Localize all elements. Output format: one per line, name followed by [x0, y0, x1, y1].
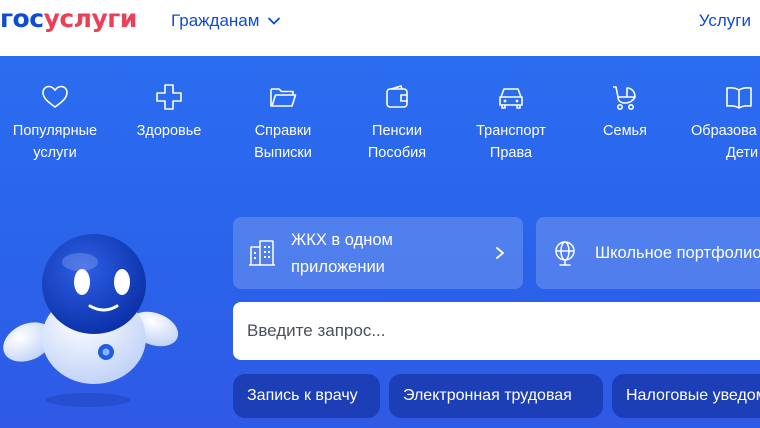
category-health[interactable]: Здоровье	[109, 82, 229, 142]
car-icon	[499, 88, 523, 109]
book-icon	[726, 87, 752, 109]
promo-card-line2: приложении	[291, 258, 385, 276]
category-education[interactable]: Образова Дети	[679, 82, 760, 164]
category-sublabel: Дети	[726, 145, 759, 161]
promo-card-line1: ЖКХ в одном	[291, 231, 393, 249]
promo-card-zhkh[interactable]: ЖКХ в одном приложении	[233, 217, 523, 289]
promo-card-text: ЖКХ в одном приложении	[291, 227, 471, 281]
category-label: Справки	[254, 123, 312, 139]
stroller-icon	[613, 86, 636, 110]
promo-card-text: Школьное портфолио	[595, 244, 760, 262]
gosuslugi-logo[interactable]: госуслуги	[0, 4, 137, 33]
folder-icon	[270, 88, 297, 107]
category-sublabel: услуги	[33, 145, 77, 161]
chevron-down-icon	[268, 17, 281, 25]
promo-card-school-portfolio[interactable]: Школьное портфолио	[536, 217, 760, 289]
category-certificates[interactable]: Справки Выписки	[223, 82, 343, 164]
hero-section: Популярные услуги Здоровье Справки Выпис…	[0, 56, 760, 428]
quick-chip-labor-book[interactable]: Электронная трудовая	[389, 374, 603, 418]
category-sublabel: Права	[489, 145, 533, 161]
plus-cross-icon	[156, 84, 182, 110]
logo-part-gos: гос	[0, 4, 44, 33]
nav-citizens-dropdown[interactable]: Гражданам	[171, 11, 281, 31]
search-input[interactable]	[247, 302, 747, 360]
nav-services-link[interactable]: Услуги	[699, 11, 751, 31]
robot-mascot	[3, 234, 179, 407]
quick-chip-tax-notices[interactable]: Налоговые уведомления	[612, 374, 760, 418]
category-sublabel: Выписки	[254, 145, 312, 161]
category-sublabel: Пособия	[367, 145, 427, 161]
top-header: госуслуги Гражданам Услуги	[0, 0, 760, 56]
quick-chip-doctor[interactable]: Запись к врачу	[233, 374, 380, 418]
category-label: Пенсии	[372, 123, 422, 139]
heart-icon	[42, 85, 68, 108]
category-pensions[interactable]: Пенсии Пособия	[337, 82, 457, 164]
nav-citizens-label: Гражданам	[171, 11, 260, 30]
category-popular[interactable]: Популярные услуги	[0, 82, 115, 164]
category-transport[interactable]: Транспорт Права	[451, 82, 571, 164]
category-label: Здоровье	[136, 123, 202, 139]
category-label: Семья	[603, 123, 647, 139]
category-label: Транспорт	[476, 123, 546, 139]
building-icon	[249, 240, 275, 266]
category-bar: Популярные услуги Здоровье Справки Выпис…	[0, 56, 760, 206]
globe-icon	[555, 241, 575, 266]
logo-part-uslugi: услуги	[43, 4, 138, 33]
search-box	[233, 302, 760, 360]
chevron-right-icon	[496, 247, 504, 259]
category-label: Образова	[691, 123, 757, 139]
category-label: Популярные	[12, 123, 98, 139]
category-family[interactable]: Семья	[565, 82, 685, 142]
wallet-icon	[386, 85, 408, 108]
